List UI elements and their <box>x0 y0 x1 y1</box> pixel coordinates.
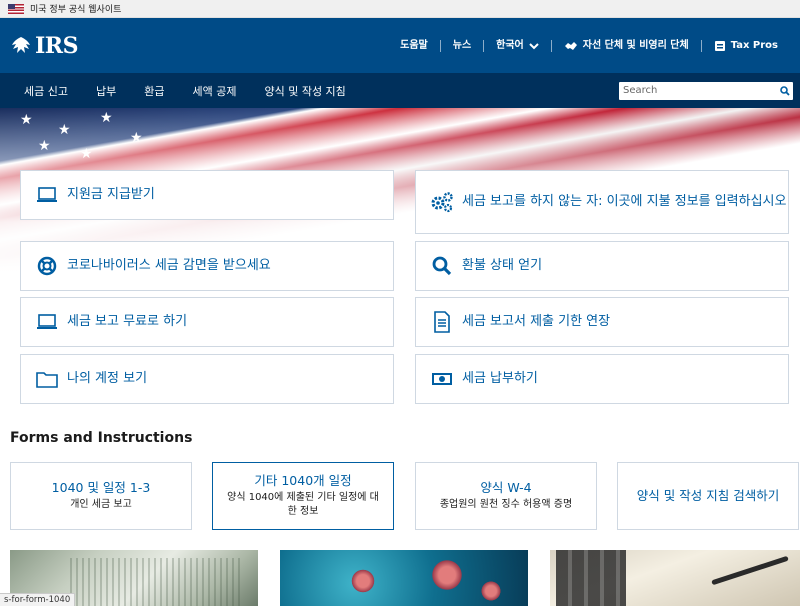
star-icon: ★ <box>20 112 33 128</box>
charities-link[interactable]: 자선 단체 및 비영리 단체 <box>550 39 701 52</box>
folder-icon <box>35 368 59 390</box>
handshake-icon <box>564 41 577 50</box>
charities-link-label: 자선 단체 및 비영리 단체 <box>582 39 689 51</box>
card-label: 세금 납부하기 <box>462 371 538 386</box>
card-label: 세금 보고를 하지 않는 자: 이곳에 지불 정보를 입력하십시오 <box>462 194 787 209</box>
us-flag-icon <box>8 3 24 14</box>
document-icon <box>430 311 454 333</box>
star-icon: ★ <box>130 130 143 146</box>
card-label: 나의 계정 보기 <box>67 371 148 386</box>
briefcase-icon <box>714 40 725 51</box>
chevron-down-icon <box>529 42 539 49</box>
free-file-card[interactable]: 세금 보고 무료로 하기 <box>20 297 394 347</box>
help-link[interactable]: 도움말 <box>388 40 440 52</box>
language-dropdown[interactable]: 한국어 <box>483 39 551 52</box>
forms-section-title: Forms and Instructions <box>10 430 193 446</box>
form-card-title: 양식 및 작성 지침 검색하기 <box>636 488 780 503</box>
get-payment-card[interactable]: 지원금 지급받기 <box>20 170 394 220</box>
form-w4-card[interactable]: 양식 W-4 종업원의 원천 징수 허용액 증명 <box>415 462 597 530</box>
nav-credits[interactable]: 세액 공제 <box>192 83 236 99</box>
main-nav: 세금 신고 납부 환급 세액 공제 양식 및 작성 지침 <box>0 73 800 108</box>
lifebuoy-icon <box>35 255 59 277</box>
nav-pay[interactable]: 납부 <box>96 83 116 99</box>
form-1040-card[interactable]: 1040 및 일정 1-3 개인 세금 보고 <box>10 462 192 530</box>
form-card-desc: 양식 1040에 제출된 기타 일정에 대한 정보 <box>227 492 379 517</box>
language-label: 한국어 <box>496 39 524 51</box>
star-icon: ★ <box>80 146 93 162</box>
eagle-icon <box>12 36 30 53</box>
card-label: 코로나바이러스 세금 감면을 받으세요 <box>67 258 271 273</box>
search-icon <box>780 85 790 96</box>
form-card-title: 1040 및 일정 1-3 <box>51 480 151 495</box>
help-link-label: 도움말 <box>400 39 428 51</box>
irs-logo[interactable]: IRS <box>10 33 78 59</box>
nav-file[interactable]: 세금 신고 <box>24 83 68 99</box>
non-filers-card[interactable]: 세금 보고를 하지 않는 자: 이곳에 지불 정보를 입력하십시오 <box>415 170 789 234</box>
extension-card[interactable]: 세금 보고서 제출 기한 연장 <box>415 297 789 347</box>
view-account-card[interactable]: 나의 계정 보기 <box>20 354 394 404</box>
card-label: 세금 보고 무료로 하기 <box>67 314 188 329</box>
card-label: 환불 상태 얻기 <box>462 258 543 273</box>
coronavirus-relief-card[interactable]: 코로나바이러스 세금 감면을 받으세요 <box>20 241 394 291</box>
laptop-icon <box>35 184 59 206</box>
site-header: IRS 도움말 뉴스 한국어 자선 단체 및 비영리 단체 Tax Pros <box>0 18 800 73</box>
star-icon: ★ <box>38 138 51 154</box>
status-bar-url: s-for-form-1040 <box>0 593 76 606</box>
logo-text: IRS <box>35 32 78 59</box>
form-card-desc: 종업원의 원천 징수 허용액 증명 <box>439 499 573 510</box>
star-icon: ★ <box>58 122 71 138</box>
gov-banner-text: 미국 정부 공식 웹사이트 <box>30 5 122 15</box>
search-input[interactable] <box>619 82 777 99</box>
laptop-icon <box>35 311 59 333</box>
form-schedules-card[interactable]: 기타 1040개 일정 양식 1040에 제출된 기타 일정에 대한 정보 <box>212 462 394 530</box>
tax-pros-link[interactable]: Tax Pros <box>700 39 790 52</box>
tax-pros-link-label: Tax Pros <box>730 39 778 51</box>
form-search-card[interactable]: 양식 및 작성 지침 검색하기 <box>617 462 799 530</box>
search-icon <box>430 255 454 277</box>
star-icon: ★ <box>100 110 113 126</box>
card-label: 지원금 지급받기 <box>67 187 155 202</box>
search-box <box>619 81 793 100</box>
card-label: 세금 보고서 제출 기한 연장 <box>462 314 611 329</box>
gears-icon <box>430 191 454 213</box>
search-button[interactable] <box>777 83 793 99</box>
money-icon <box>430 368 454 390</box>
news-link[interactable]: 뉴스 <box>439 39 483 52</box>
form-card-title: 기타 1040개 일정 <box>254 473 352 488</box>
calculator-image[interactable] <box>550 550 800 606</box>
form-card-title: 양식 W-4 <box>480 480 532 495</box>
nav-forms[interactable]: 양식 및 작성 지침 <box>264 83 345 99</box>
refund-status-card[interactable]: 환불 상태 얻기 <box>415 241 789 291</box>
news-link-label: 뉴스 <box>452 39 472 51</box>
gov-banner: 미국 정부 공식 웹사이트 <box>0 0 800 18</box>
coronavirus-image[interactable] <box>280 550 528 606</box>
nav-refunds[interactable]: 환급 <box>144 83 164 99</box>
pay-taxes-card[interactable]: 세금 납부하기 <box>415 354 789 404</box>
form-card-desc: 개인 세금 보고 <box>70 499 132 510</box>
top-links: 도움말 뉴스 한국어 자선 단체 및 비영리 단체 Tax Pros <box>388 39 790 52</box>
